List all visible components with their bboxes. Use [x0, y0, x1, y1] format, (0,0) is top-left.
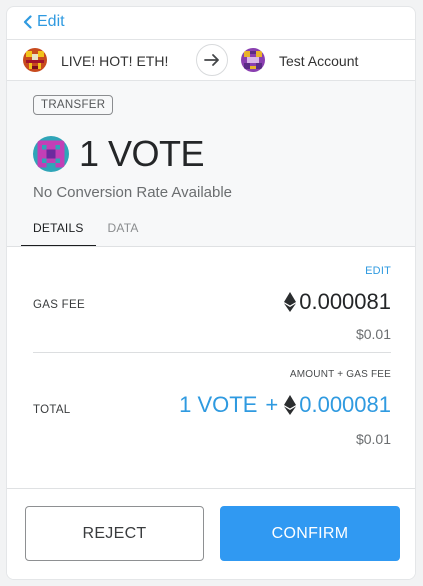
edit-gas-link[interactable]: EDIT — [365, 265, 391, 277]
action-footer: REJECT CONFIRM — [7, 488, 415, 579]
amount-row: 1 VOTE — [33, 133, 205, 175]
details-divider — [33, 352, 391, 353]
transfer-arrow — [196, 44, 228, 76]
conversion-rate: No Conversion Rate Available — [33, 184, 233, 201]
sender-recipient-row: LIVE! HOT! ETH! Test Account — [7, 39, 415, 81]
tab-details[interactable]: DETAILS — [21, 217, 96, 247]
transaction-details: EDIT GAS FEE 0.000081 $0.01 AMOUNT + GAS… — [7, 247, 415, 489]
confirm-button[interactable]: CONFIRM — [220, 506, 400, 561]
eth-icon — [284, 395, 297, 415]
gas-fee-usd: $0.01 — [355, 326, 391, 342]
back-label: Edit — [37, 13, 65, 30]
page-header: Edit — [7, 7, 415, 39]
recipient-name: Test Account — [279, 52, 359, 69]
recipient-avatar — [241, 48, 265, 72]
sender-account[interactable]: LIVE! HOT! ETH! — [23, 40, 168, 80]
total-plus: + — [265, 392, 279, 417]
tab-data[interactable]: DATA — [96, 217, 151, 247]
amount-plus-gas-label: AMOUNT + GAS FEE — [289, 369, 391, 380]
chevron-left-icon — [23, 15, 32, 29]
gas-fee-label: GAS FEE — [33, 299, 85, 311]
total-usd: $0.01 — [355, 431, 391, 447]
gas-fee-value: 0.000081 — [284, 289, 391, 315]
arrow-right-icon — [204, 54, 219, 66]
total-label: TOTAL — [33, 404, 71, 416]
reject-button[interactable]: REJECT — [25, 506, 204, 561]
sender-name: LIVE! HOT! ETH! — [61, 52, 169, 69]
transaction-type-badge: TRANSFER — [33, 95, 114, 115]
transfer-amount: 1 VOTE — [79, 133, 205, 174]
recipient-account[interactable]: Test Account — [241, 40, 358, 80]
gas-fee-eth: 0.000081 — [299, 289, 391, 314]
total-value: 1 VOTE + 0.000081 — [179, 392, 391, 418]
eth-icon — [284, 292, 297, 312]
sender-avatar — [23, 48, 47, 72]
detail-tabs: DETAILS DATA — [21, 217, 151, 247]
transaction-summary: TRANSFER 1 VOTE No Conversion Rate Avail… — [7, 81, 415, 247]
confirm-transaction-card: Edit LIVE! HOT! ETH! Test Account TRANSF… — [6, 6, 416, 580]
total-eth: 0.000081 — [299, 392, 391, 417]
token-identicon — [33, 136, 69, 172]
edit-back-link[interactable]: Edit — [23, 13, 65, 31]
total-token-amount: 1 VOTE — [179, 392, 258, 417]
